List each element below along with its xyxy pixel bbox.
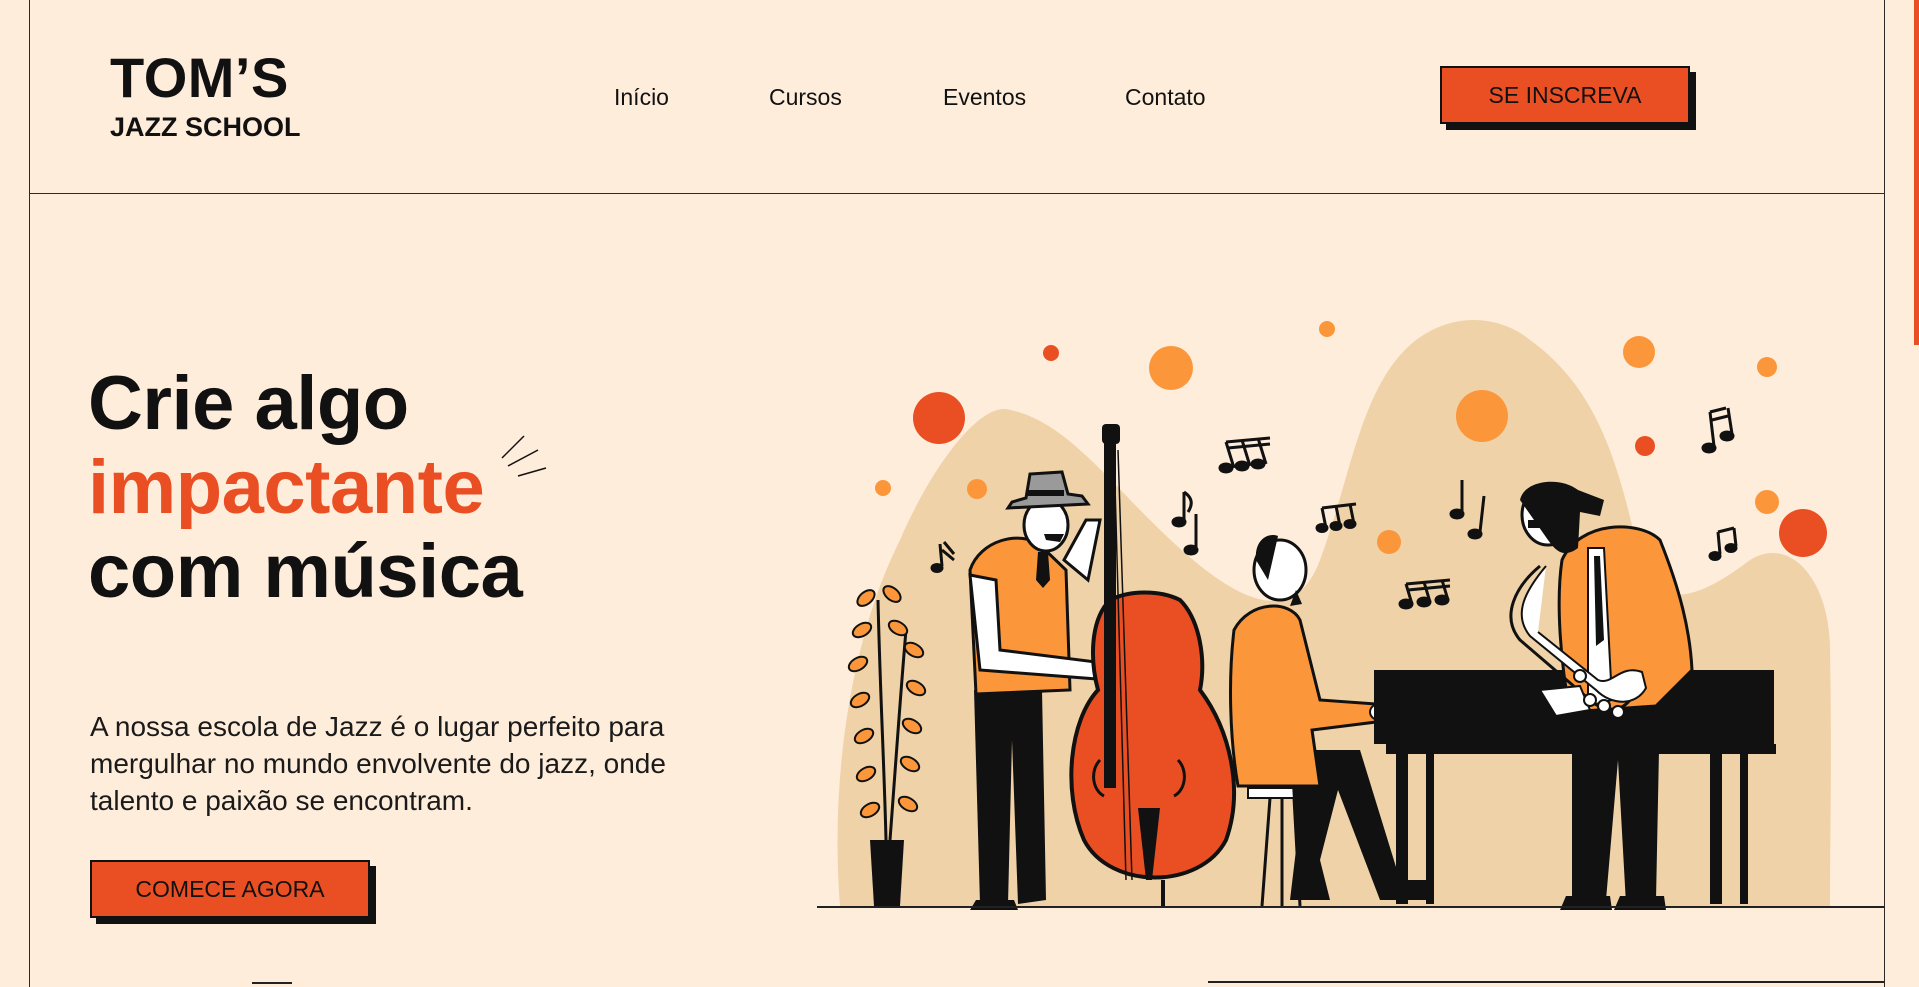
sparkle-icon [501, 435, 547, 477]
hero-description: A nossa escola de Jazz é o lugar perfeit… [90, 711, 666, 816]
hero-title-accent: impactante [88, 445, 485, 530]
nav-link-eventos[interactable]: Eventos [943, 82, 1026, 112]
floor-line [817, 906, 1885, 908]
signup-button[interactable]: SE INSCREVA [1440, 66, 1690, 124]
music-note-icon [1218, 436, 1271, 474]
dot-icon [1456, 390, 1508, 442]
frame-left-rule [29, 0, 30, 987]
header-divider [29, 193, 1885, 194]
dot-icon [1635, 436, 1655, 456]
dot-icon [1149, 346, 1193, 390]
dot-icon [1757, 357, 1777, 377]
section-edge [252, 982, 292, 984]
dot-icon [1319, 321, 1335, 337]
dot-icon [1779, 509, 1827, 557]
dot-icon [1043, 345, 1059, 361]
dot-icon [1377, 530, 1401, 554]
music-note-icon [1708, 526, 1738, 561]
dot-icon [1623, 336, 1655, 368]
nav-link-cursos[interactable]: Cursos [769, 82, 842, 112]
music-note-icon [1701, 406, 1735, 454]
scrollbar-thumb[interactable] [1914, 0, 1919, 345]
start-now-button[interactable]: COMECE AGORA [90, 860, 370, 918]
dot-icon [913, 392, 965, 444]
nav-link-inicio[interactable]: Início [614, 82, 669, 112]
dot-icon [967, 479, 987, 499]
section-edge [1208, 981, 1884, 983]
dot-icon [875, 480, 891, 496]
page: TOM’S JAZZ SCHOOL Início Cursos Eventos … [0, 0, 1919, 987]
hero-title-line-3: com música [88, 529, 523, 614]
logo-subtitle: JAZZ SCHOOL [110, 112, 301, 142]
music-note-icon [1171, 490, 1199, 556]
hero-title-line-1: Crie algo [88, 361, 409, 446]
hero-title: Crie algo impactante com música [88, 361, 523, 614]
frame-right-rule [1884, 0, 1885, 987]
jazz-band-illustration [837, 320, 1831, 910]
nav-link-contato[interactable]: Contato [1125, 82, 1206, 112]
dot-icon [1755, 490, 1779, 514]
